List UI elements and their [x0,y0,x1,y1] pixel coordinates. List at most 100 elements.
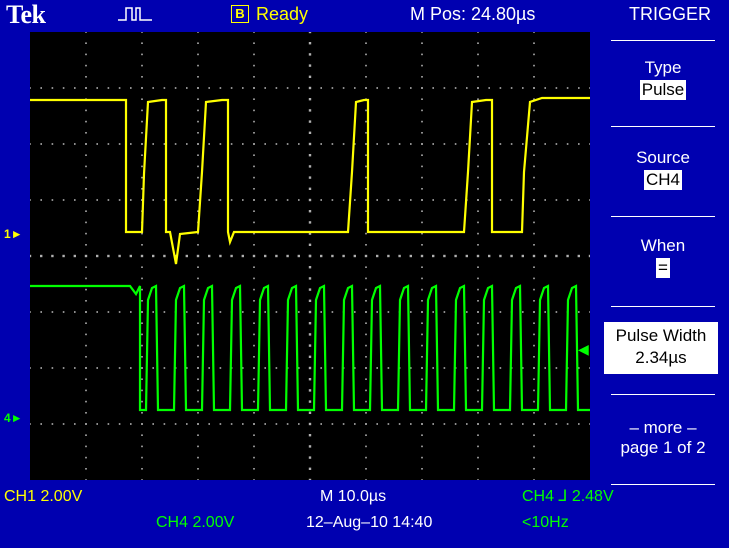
grid-dot [253,367,255,369]
grid-dot [365,221,367,224]
grid-dot [130,367,132,369]
grid-dot [376,254,379,258]
grid-dot [130,311,132,313]
grid-dot [421,98,423,100]
grid-dot [533,132,535,134]
grid-dot [365,344,367,347]
grid-dot [364,254,368,258]
grid-dot [533,232,535,235]
grid-dot [578,87,580,89]
grid-dot [421,266,423,268]
grid-dot [253,479,255,481]
grid-dot [342,423,345,425]
grid-dot [40,87,42,89]
waveform-display[interactable] [28,30,592,482]
grid-dot [219,87,222,89]
brand-logo: Tek [6,0,46,29]
grid-dot [264,423,266,425]
grid-dot [241,254,244,258]
ch4-ground-marker[interactable]: 4► [4,411,23,425]
grid-dot [197,300,199,302]
grid-dot [320,87,322,89]
grid-dot [141,356,143,358]
grid-dot [555,87,558,89]
grid-dot [466,143,468,145]
menu-item-type[interactable]: Type Pulse [597,58,729,100]
grid-dot [275,199,278,201]
grid-dot [342,254,345,258]
grid-dot [253,210,255,212]
grid-dot [253,132,255,134]
grid-dot [308,310,312,314]
menu-divider [611,216,715,217]
grid-dot [555,311,558,313]
grid-dot [51,199,54,201]
grid-dot [308,198,312,202]
grid-dot [141,42,143,44]
grid-dot [264,311,266,313]
grid-dot [141,322,143,324]
grid-dot [421,154,423,156]
grid-dot [566,143,569,145]
grid-dot [454,199,457,201]
grid-dot [208,199,210,201]
grid-dot [477,210,479,212]
grid-dot [308,355,312,358]
grid-dot [331,143,334,145]
grid-dot [477,378,479,380]
grid-dot [477,266,479,268]
grid-dot [477,311,479,313]
grid-dot [477,199,479,201]
grid-dot [118,199,121,201]
grid-dot [555,254,558,258]
grid-dot [589,423,591,425]
grid-dot [398,423,401,425]
grid-dot [85,479,87,481]
grid-dot [421,76,423,78]
grid-dot [253,244,255,246]
grid-dot [197,468,199,470]
grid-dot [421,53,423,56]
grid-dot [85,412,87,414]
grid-dot [186,311,188,313]
grid-dot [85,221,87,224]
grid-dot [264,199,266,201]
grid-dot [308,109,312,112]
grid-dot [365,87,367,89]
grid-dot [129,254,132,258]
grid-dot [308,187,312,190]
grid-dot [141,244,143,246]
menu-item-more[interactable]: – more – page 1 of 2 [597,418,729,458]
grid-dot [118,87,121,89]
grid-dot [141,468,143,470]
grid-dot [141,445,143,448]
grid-dot [85,143,87,145]
grid-dot [421,344,423,347]
grid-dot [29,199,31,201]
grid-dot [197,400,199,403]
menu-item-pulse-width[interactable]: Pulse Width 2.34µs [604,322,718,374]
grid-dot [410,311,412,313]
ch1-ground-marker[interactable]: 1► [4,227,23,241]
grid-dot [365,445,367,448]
grid-dot [141,288,143,291]
ch1-scale-readout: CH1 2.00V [4,488,83,505]
menu-item-when[interactable]: When = [597,236,729,278]
grid-dot [365,76,367,78]
ch1-waveform [30,96,590,265]
menu-item-source[interactable]: Source CH4 [597,148,729,190]
grid-dot [308,478,312,482]
grid-dot [208,423,210,425]
grid-dot [29,311,31,313]
grid-dot [197,412,199,414]
grid-dot [286,199,289,201]
grid-dot [253,42,255,44]
grid-dot [308,154,312,157]
grid-dot [308,366,312,370]
type-label: Type [644,58,682,77]
grid-dot [533,199,535,201]
grid-dot [197,479,199,481]
grid-dot [85,400,87,403]
grid-dot [533,378,535,380]
grid-dot [477,322,479,324]
